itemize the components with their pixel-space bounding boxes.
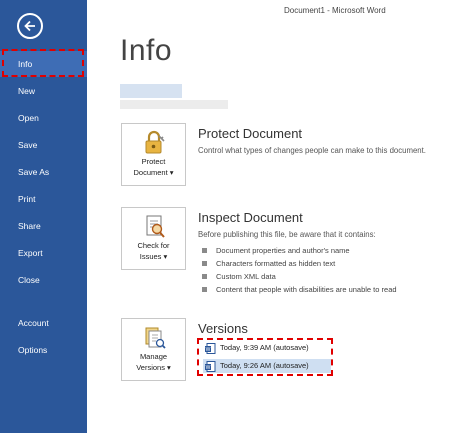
- svg-text:W: W: [206, 347, 211, 353]
- protect-button-label-1: Protect: [141, 157, 166, 166]
- sidebar-item-new[interactable]: New: [0, 78, 87, 104]
- protect-document-button[interactable]: Protect Document ▾: [121, 123, 186, 186]
- inspect-document-description: Before publishing this file, be aware th…: [198, 230, 376, 239]
- versions-title: Versions: [198, 321, 248, 336]
- check-issues-label-1: Check for: [137, 241, 170, 250]
- sidebar-item-label: Print: [18, 194, 36, 204]
- list-item: Content that people with disabilities ar…: [202, 283, 397, 296]
- list-item: Document properties and author's name: [202, 244, 397, 257]
- sidebar-item-label: Share: [18, 221, 41, 231]
- sidebar-item-open[interactable]: Open: [0, 105, 87, 131]
- back-arrow-icon: [24, 20, 35, 32]
- backstage-sidebar: Info New Open Save Save As Print Share E…: [0, 0, 87, 433]
- sidebar-item-options[interactable]: Options: [0, 337, 87, 363]
- lock-key-icon: [145, 130, 165, 154]
- blurred-path: [120, 100, 228, 109]
- manage-versions-label-1: Manage: [139, 352, 168, 361]
- window-title: Document1 - Microsoft Word: [284, 6, 386, 15]
- sidebar-item-info[interactable]: Info: [0, 51, 87, 77]
- word-document-icon: W: [205, 361, 216, 372]
- list-item: Custom XML data: [202, 270, 397, 283]
- manage-versions-label-2: Versions ▾: [136, 363, 171, 372]
- sidebar-item-label: Open: [18, 113, 39, 123]
- manage-versions-icon: [145, 327, 166, 349]
- sidebar-item-share[interactable]: Share: [0, 213, 87, 239]
- protect-document-description: Control what types of changes people can…: [198, 146, 426, 155]
- sidebar-item-close[interactable]: Close: [0, 267, 87, 293]
- check-issues-label-2: Issues ▾: [139, 252, 168, 261]
- version-item[interactable]: W Today, 9:26 AM (autosave): [203, 359, 331, 373]
- protect-button-label-2: Document ▾: [133, 168, 174, 177]
- version-item[interactable]: W Today, 9:39 AM (autosave): [203, 341, 331, 355]
- inspect-bullet-list: Document properties and author's name Ch…: [202, 244, 397, 296]
- sidebar-item-label: Account: [18, 318, 49, 328]
- svg-text:W: W: [206, 365, 211, 371]
- sidebar-item-label: Save: [18, 140, 38, 150]
- blurred-property: [120, 84, 182, 98]
- sidebar-item-label: Info: [18, 59, 33, 69]
- sidebar-item-label: Save As: [18, 167, 50, 177]
- list-item: Characters formatted as hidden text: [202, 257, 397, 270]
- word-document-icon: W: [205, 343, 216, 354]
- sidebar-item-save-as[interactable]: Save As: [0, 159, 87, 185]
- inspect-document-title: Inspect Document: [198, 210, 303, 225]
- sidebar-item-export[interactable]: Export: [0, 240, 87, 266]
- manage-versions-button[interactable]: Manage Versions ▾: [121, 318, 186, 381]
- check-for-issues-button[interactable]: Check for Issues ▾: [121, 207, 186, 270]
- sidebar-item-account[interactable]: Account: [0, 310, 87, 336]
- sidebar-item-label: Options: [18, 345, 48, 355]
- version-label: Today, 9:26 AM (autosave): [220, 361, 309, 370]
- sidebar-item-print[interactable]: Print: [0, 186, 87, 212]
- page-title: Info: [120, 34, 173, 67]
- sidebar-item-label: Close: [18, 275, 40, 285]
- sidebar-item-label: Export: [18, 248, 43, 258]
- inspect-document-icon: [146, 215, 165, 238]
- back-button[interactable]: [17, 13, 43, 39]
- version-label: Today, 9:39 AM (autosave): [220, 343, 309, 352]
- protect-document-title: Protect Document: [198, 126, 303, 141]
- sidebar-item-label: New: [18, 86, 36, 96]
- sidebar-item-save[interactable]: Save: [0, 132, 87, 158]
